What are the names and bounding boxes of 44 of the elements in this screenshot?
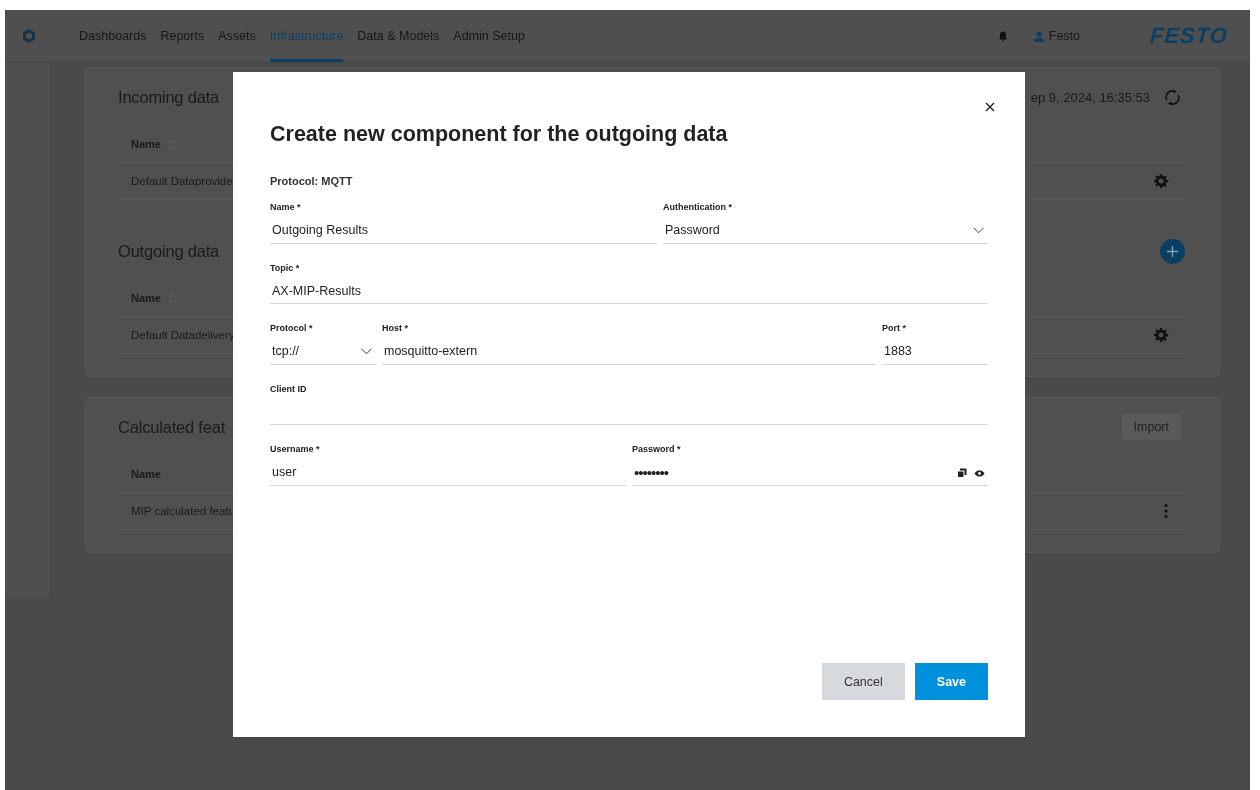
field-label: Authentication *: [662, 202, 733, 214]
nav-tab[interactable]: Assets: [218, 10, 256, 62]
copy-icon[interactable]: [957, 468, 967, 478]
plus-icon: [1167, 245, 1178, 257]
input-field[interactable]: mosquitto-extern: [382, 339, 876, 365]
field-label: Protocol *: [270, 323, 314, 335]
close-icon: [985, 102, 995, 112]
dropdown[interactable]: Password: [662, 218, 988, 244]
field-label: Host *: [382, 323, 409, 335]
field-label: Username *: [270, 444, 321, 456]
field-label: Name *: [270, 202, 302, 214]
close-button[interactable]: [985, 102, 995, 112]
input-field[interactable]: 1883: [882, 339, 988, 365]
input-field[interactable]: user: [270, 460, 626, 486]
protocol-label: Protocol: MQTT: [270, 175, 354, 187]
dialog-title: Create new component for the outgoing data: [270, 122, 729, 147]
nav-tab[interactable]: Dashboards: [79, 10, 147, 62]
brand-logo: FESTO: [1149, 23, 1229, 49]
refresh-icon[interactable]: [1164, 88, 1181, 106]
nav-tab[interactable]: Infrastructure: [269, 10, 344, 62]
save-button[interactable]: Save: [914, 663, 988, 700]
import-button[interactable]: Import: [1121, 414, 1181, 440]
user-menu[interactable]: Festo: [1033, 29, 1081, 43]
eye-icon[interactable]: [974, 469, 985, 477]
add-button[interactable]: [1160, 238, 1185, 264]
bell-icon[interactable]: [997, 30, 1008, 42]
more-icon[interactable]: [1163, 503, 1169, 519]
chevron-down-icon: [973, 227, 984, 234]
user-icon: [1033, 30, 1044, 42]
hexagon-logo-icon[interactable]: [21, 28, 37, 44]
field-label: Port *: [882, 323, 907, 335]
input-field[interactable]: AX-MIP-Results: [270, 278, 988, 304]
nav-tab[interactable]: Reports: [160, 10, 205, 62]
gear-icon[interactable]: [1153, 327, 1169, 343]
dropdown[interactable]: tcp://: [270, 339, 376, 365]
nav-tab[interactable]: Admin Setup: [453, 10, 525, 62]
input-field[interactable]: Outgoing Results: [270, 218, 657, 244]
field-label: Client ID: [270, 383, 308, 396]
field-label: Password *: [632, 444, 682, 456]
chevron-down-icon: [361, 348, 372, 355]
nav-tab[interactable]: Data & Models: [357, 10, 440, 62]
gear-icon[interactable]: [1153, 173, 1169, 189]
field-label: Topic *: [270, 262, 301, 275]
cancel-button[interactable]: Cancel: [821, 663, 905, 700]
